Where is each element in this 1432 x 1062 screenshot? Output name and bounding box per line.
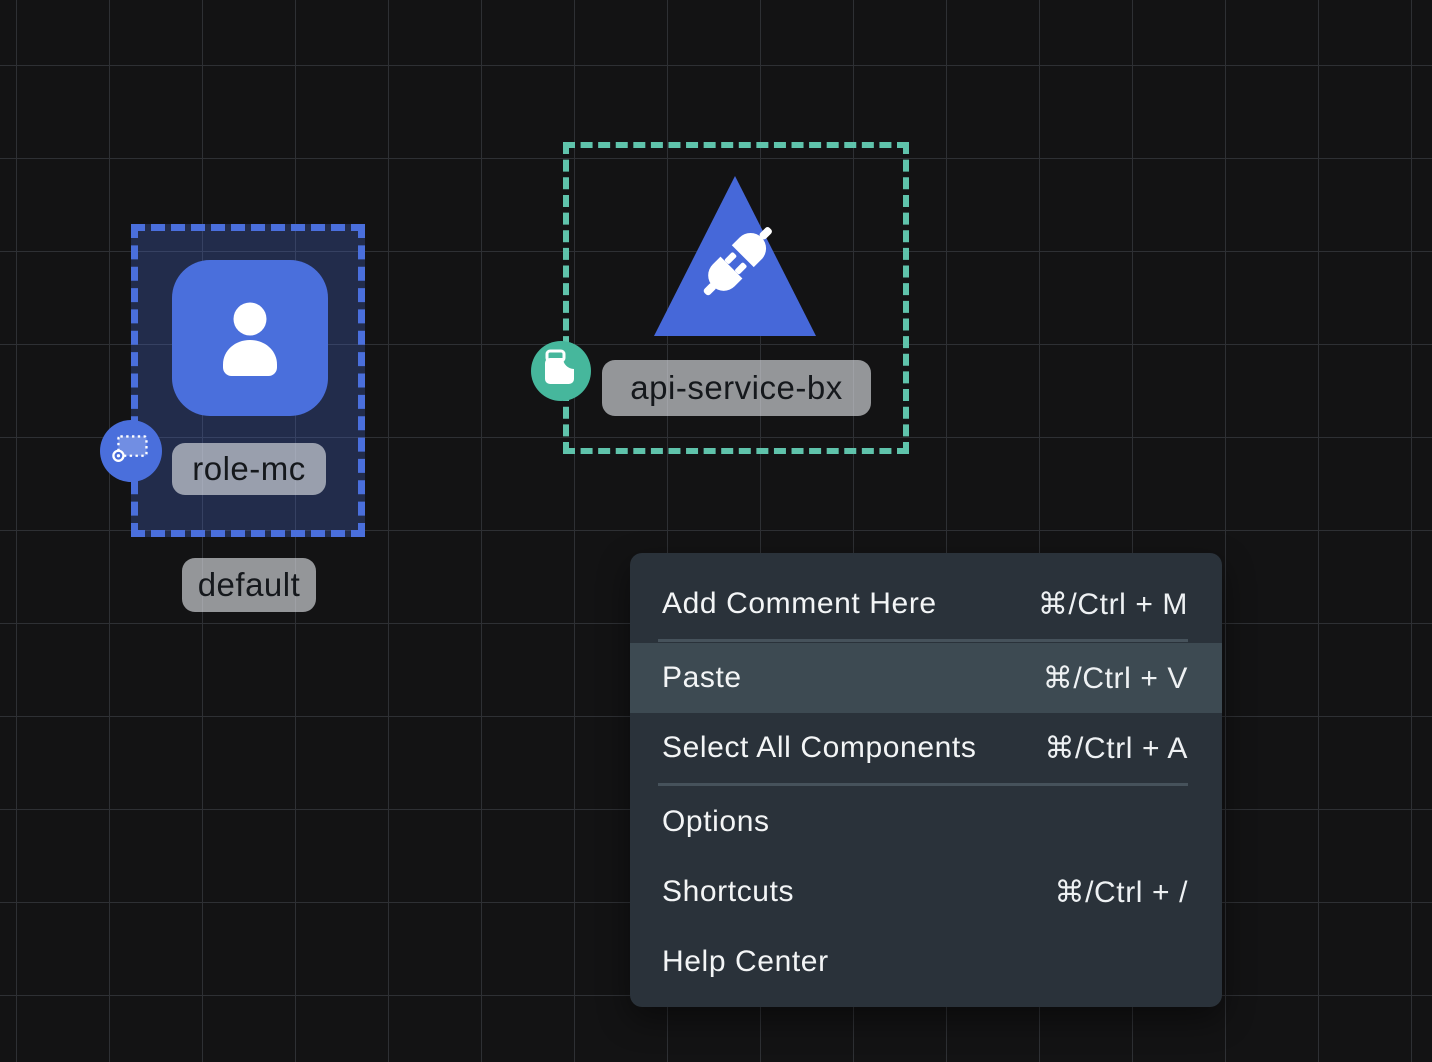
save-icon <box>533 341 589 402</box>
diagram-canvas[interactable]: role-mc default <box>0 0 1432 1062</box>
menu-divider <box>658 783 1188 786</box>
menu-item-shortcut: ⌘/Ctrl + V <box>1043 661 1188 696</box>
selection-tool-badge[interactable] <box>100 420 162 482</box>
node-name-label[interactable]: role-mc <box>172 443 326 495</box>
menu-item-label: Options <box>662 805 770 839</box>
menu-item-help-center[interactable]: Help Center <box>630 927 1222 997</box>
menu-item-shortcut: ⌘/Ctrl + / <box>1054 875 1188 910</box>
menu-item-label: Paste <box>662 661 742 695</box>
menu-item-shortcuts[interactable]: Shortcuts ⌘/Ctrl + / <box>630 857 1222 927</box>
menu-item-options[interactable]: Options <box>630 787 1222 857</box>
node-name-label[interactable]: api-service-bx <box>602 360 871 416</box>
menu-item-label: Help Center <box>662 945 829 979</box>
node-name-text: role-mc <box>192 450 306 488</box>
menu-item-shortcut: ⌘/Ctrl + M <box>1038 587 1188 622</box>
menu-item-shortcut: ⌘/Ctrl + A <box>1044 731 1188 766</box>
save-badge[interactable] <box>531 341 591 401</box>
menu-item-label: Shortcuts <box>662 875 794 909</box>
menu-item-label: Select All Components <box>662 731 976 765</box>
group-label-text: default <box>198 566 301 604</box>
node-role-mc[interactable] <box>172 260 328 416</box>
menu-item-add-comment[interactable]: Add Comment Here ⌘/Ctrl + M <box>630 569 1222 639</box>
menu-item-select-all[interactable]: Select All Components ⌘/Ctrl + A <box>630 713 1222 783</box>
user-icon <box>200 286 300 391</box>
menu-item-paste[interactable]: Paste ⌘/Ctrl + V <box>630 643 1222 713</box>
menu-divider <box>658 639 1188 642</box>
marquee-selection-icon <box>102 420 160 483</box>
node-api-service[interactable] <box>650 172 820 340</box>
context-menu: Add Comment Here ⌘/Ctrl + M Paste ⌘/Ctrl… <box>630 553 1222 1007</box>
node-name-text: api-service-bx <box>630 369 842 407</box>
menu-item-label: Add Comment Here <box>662 587 937 621</box>
group-label[interactable]: default <box>182 558 316 612</box>
